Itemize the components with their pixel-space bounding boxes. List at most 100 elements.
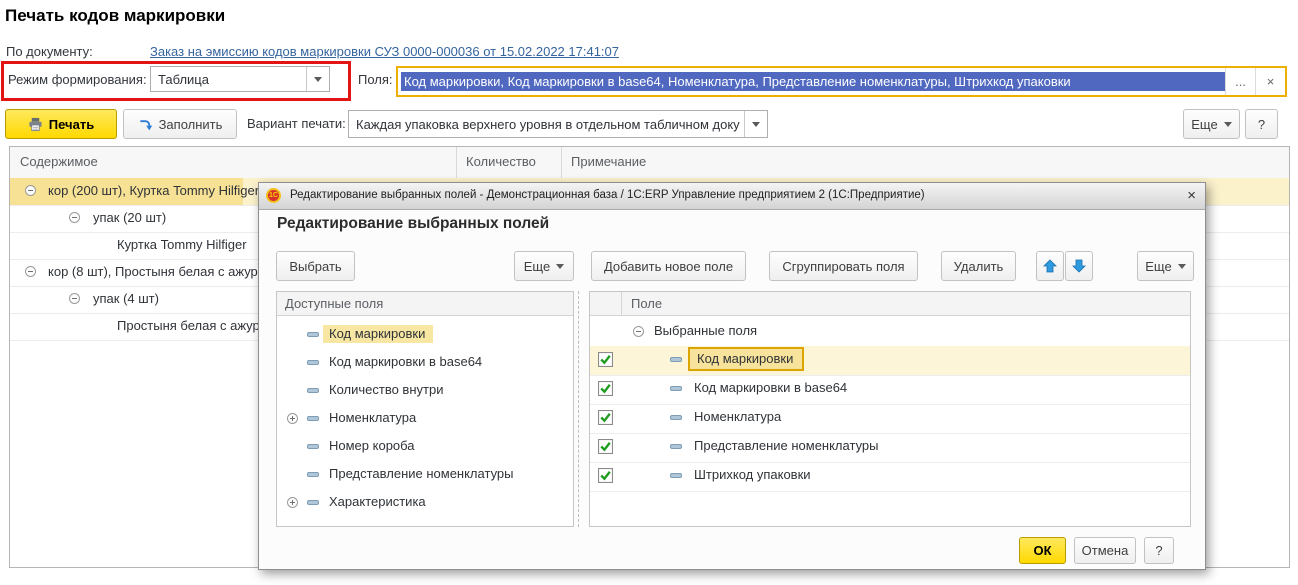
- list-item-label: Код маркировки в base64: [323, 353, 490, 371]
- fields-selected-text: Код маркировки, Код маркировки в base64,…: [401, 72, 1225, 91]
- more-left-button[interactable]: Еще: [514, 251, 574, 281]
- list-item-label: Характеристика: [323, 493, 434, 511]
- field-icon: [307, 388, 319, 393]
- ellipsis-button[interactable]: ...: [1225, 68, 1255, 95]
- checkbox-checked-icon[interactable]: [598, 439, 613, 454]
- printer-icon: [28, 117, 43, 132]
- expand-icon[interactable]: [287, 413, 298, 424]
- cancel-button[interactable]: Отмена: [1074, 537, 1136, 564]
- field-label: Код маркировки в base64: [694, 380, 847, 395]
- selected-field-row[interactable]: Представление номенклатуры: [590, 433, 1190, 463]
- more-button[interactable]: Еще: [1183, 109, 1240, 139]
- print-marking-codes-window: Печать кодов маркировки По документу: За…: [0, 0, 1298, 585]
- fields-label: Поля:: [358, 72, 393, 87]
- chevron-down-icon: [1178, 264, 1186, 269]
- select-button[interactable]: Выбрать: [276, 251, 355, 281]
- fill-button[interactable]: Заполнить: [123, 109, 237, 139]
- list-item[interactable]: Количество внутри: [277, 377, 573, 405]
- selected-fields-panel: Поле Выбранные поля Код маркировки Код м…: [589, 291, 1191, 527]
- checkbox-checked-icon[interactable]: [598, 468, 613, 483]
- collapse-icon[interactable]: [69, 293, 80, 304]
- selected-field-row[interactable]: Штрихкод упаковки: [590, 462, 1190, 492]
- field-icon: [307, 472, 319, 477]
- edit-fields-dialog: 1С Редактирование выбранных полей - Демо…: [258, 182, 1206, 570]
- format-mode-value: Таблица: [151, 72, 306, 87]
- field-label: Номенклатура: [694, 409, 781, 424]
- column-divider: [621, 292, 622, 315]
- expand-icon[interactable]: [287, 497, 298, 508]
- checkbox-checked-icon[interactable]: [598, 410, 613, 425]
- selected-field-row[interactable]: Номенклатура: [590, 404, 1190, 434]
- selected-fields-header: Поле: [590, 292, 1190, 316]
- available-fields-header-label: Доступные поля: [285, 296, 383, 311]
- by-document-label: По документу:: [6, 44, 93, 59]
- arrow-up-icon: [1043, 259, 1057, 273]
- document-link[interactable]: Заказ на эмиссию кодов маркировки СУЗ 00…: [150, 44, 619, 59]
- dialog-titlebar[interactable]: 1С Редактирование выбранных полей - Демо…: [259, 183, 1205, 210]
- column-divider: [456, 147, 457, 178]
- add-field-button[interactable]: Добавить новое поле: [591, 251, 746, 281]
- available-fields-header: Доступные поля: [277, 292, 573, 316]
- list-item[interactable]: Номенклатура: [277, 405, 573, 433]
- field-icon: [670, 415, 682, 420]
- list-item-label: Код маркировки: [323, 325, 433, 343]
- list-item[interactable]: Код маркировки: [277, 321, 573, 349]
- chevron-down-icon[interactable]: [744, 111, 767, 137]
- collapse-icon[interactable]: [633, 326, 644, 337]
- field-label: Штрихкод упаковки: [694, 467, 811, 482]
- selected-field-row[interactable]: Код маркировки: [590, 346, 1190, 376]
- more-button-label: Еще: [1191, 117, 1217, 132]
- list-item[interactable]: Код маркировки в base64: [277, 349, 573, 377]
- row-text: упак (20 шт): [93, 210, 166, 225]
- move-down-button[interactable]: [1065, 251, 1093, 281]
- row-text: кор (200 шт), Куртка Tommy Hilfiger: [48, 183, 259, 198]
- chevron-down-icon[interactable]: [306, 67, 329, 91]
- print-button[interactable]: Печать: [5, 109, 117, 139]
- list-item-label: Представление номенклатуры: [323, 465, 522, 483]
- collapse-icon[interactable]: [25, 266, 36, 277]
- field-icon: [307, 332, 319, 337]
- list-item[interactable]: Представление номенклатуры: [277, 461, 573, 489]
- arrow-down-icon: [1072, 259, 1086, 273]
- fill-arrow-icon: [138, 117, 153, 132]
- dialog-window-title: Редактирование выбранных полей - Демонст…: [290, 189, 925, 201]
- table-header: Содержимое Количество Примечание: [10, 147, 1289, 179]
- list-item-label: Номенклатура: [323, 409, 424, 427]
- field-icon: [670, 473, 682, 478]
- collapse-icon[interactable]: [69, 212, 80, 223]
- field-icon: [307, 416, 319, 421]
- list-item[interactable]: Номер короба: [277, 433, 573, 461]
- selected-field-row[interactable]: Код маркировки в base64: [590, 375, 1190, 405]
- column-header-note: Примечание: [571, 154, 646, 169]
- list-item-label: Номер короба: [323, 437, 423, 455]
- row-text: кор (8 шт), Простыня белая с ажурн: [48, 264, 265, 279]
- delete-button[interactable]: Удалить: [941, 251, 1016, 281]
- clear-field-icon[interactable]: ×: [1255, 68, 1285, 95]
- column-header-quantity: Количество: [466, 154, 536, 169]
- print-variant-select[interactable]: Каждая упаковка верхнего уровня в отдель…: [348, 110, 768, 138]
- group-label: Выбранные поля: [654, 323, 757, 338]
- print-variant-label: Вариант печати:: [247, 116, 346, 131]
- chevron-down-icon: [1224, 122, 1232, 127]
- more-right-button[interactable]: Еще: [1137, 251, 1194, 281]
- help-button[interactable]: ?: [1245, 109, 1278, 139]
- group-row[interactable]: Выбранные поля: [590, 318, 1190, 347]
- row-text: упак (4 шт): [93, 291, 159, 306]
- dialog-help-button[interactable]: ?: [1144, 537, 1174, 564]
- field-icon: [670, 357, 682, 362]
- fields-input[interactable]: Код маркировки, Код маркировки в base64,…: [396, 66, 1287, 97]
- field-icon: [307, 500, 319, 505]
- move-up-button[interactable]: [1036, 251, 1064, 281]
- page-title: Печать кодов маркировки: [5, 6, 225, 26]
- 1c-logo-icon: 1С: [266, 188, 281, 203]
- list-item[interactable]: Характеристика: [277, 489, 573, 517]
- group-fields-button[interactable]: Сгруппировать поля: [769, 251, 918, 281]
- checkbox-checked-icon[interactable]: [598, 352, 613, 367]
- checkbox-checked-icon[interactable]: [598, 381, 613, 396]
- collapse-icon[interactable]: [25, 185, 36, 196]
- field-icon: [670, 386, 682, 391]
- close-icon[interactable]: ×: [1187, 187, 1196, 204]
- ok-button[interactable]: ОК: [1019, 537, 1066, 564]
- list-item-label: Количество внутри: [323, 381, 451, 399]
- format-mode-select[interactable]: Таблица: [150, 66, 330, 92]
